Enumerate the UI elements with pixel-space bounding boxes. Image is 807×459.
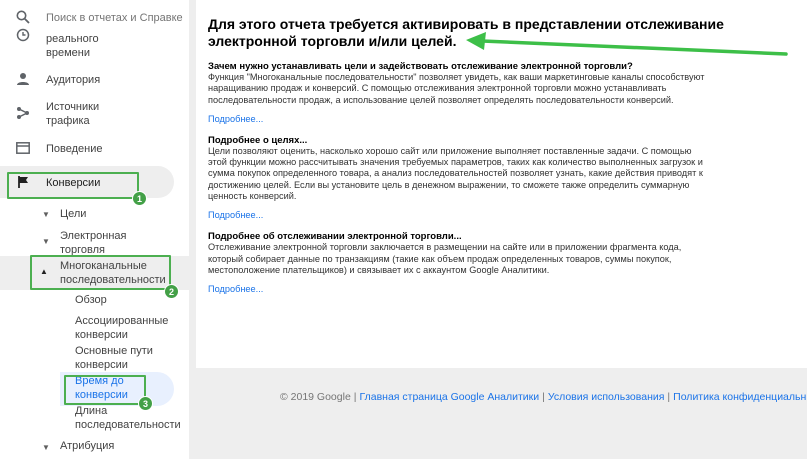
sidebar-item-path-length[interactable]: Длина последовательности: [75, 404, 181, 432]
section-heading: Подробнее об отслеживании электронной то…: [208, 231, 462, 243]
search-icon[interactable]: [16, 10, 30, 29]
sidebar-item-goals[interactable]: Цели: [60, 207, 86, 221]
person-icon: [16, 72, 30, 89]
learn-more-link[interactable]: Подробнее...: [208, 114, 795, 124]
highlight-box-1: [7, 172, 139, 199]
footer: © 2019 Google | Главная страница Google Ан…: [280, 391, 807, 403]
footer-link-terms[interactable]: Условия использования: [548, 391, 665, 403]
footer-copyright: © 2019 Google: [280, 391, 351, 403]
learn-more-link[interactable]: Подробнее...: [208, 210, 795, 220]
highlight-box-3: [64, 375, 146, 405]
section-heading: Зачем нужно устанавливать цели и задейст…: [208, 61, 633, 72]
search-input[interactable]: [46, 10, 186, 26]
footer-link-home[interactable]: Главная страница Google Аналитики: [360, 391, 540, 403]
section-text: Функция "Многоканальные последовательнос…: [208, 72, 705, 105]
section-heading: Подробнее о целях...: [208, 134, 308, 146]
sidebar-item-label: Поведение: [46, 143, 103, 155]
section-text: Цели позволяют оценить, насколько хорошо…: [208, 145, 703, 202]
step-badge-1: 1: [132, 191, 147, 206]
section-goals: Подробнее о целях... Цели позволяют оцен…: [208, 135, 795, 220]
sidebar-item-attribution[interactable]: Атрибуция: [60, 439, 114, 453]
sidebar-item-assisted[interactable]: Ассоциированные конверсии: [75, 314, 168, 342]
section-text: Отслеживание электронной торговли заключ…: [208, 242, 682, 275]
sidebar-item-overview[interactable]: Обзор: [75, 293, 107, 307]
section-ecommerce: Подробнее об отслеживании электронной то…: [208, 231, 795, 294]
sidebar-item-label: Аудитория: [46, 74, 101, 86]
learn-more-link[interactable]: Подробнее...: [208, 284, 795, 294]
sidebar-item-realtime[interactable]: реального времени: [0, 28, 189, 62]
step-badge-2: 2: [164, 284, 179, 299]
sidebar-item-label: реального времени: [46, 33, 99, 59]
expand-arrow-icon[interactable]: ▼: [42, 237, 50, 246]
sidebar-item-label: Источники трафика: [46, 101, 100, 127]
sidebar-item-top-paths[interactable]: Основные пути конверсии: [75, 344, 153, 372]
clock-icon: [16, 28, 30, 45]
sidebar-item-behavior[interactable]: Поведение: [0, 141, 189, 161]
footer-link-privacy[interactable]: Политика конфиденциальн: [673, 391, 806, 403]
sidebar-item-ecommerce[interactable]: Электронная торговля: [60, 229, 127, 257]
sidebar-item-audience[interactable]: Аудитория: [0, 72, 189, 92]
annotation-arrow-icon: [466, 32, 788, 56]
acquisition-icon: [16, 106, 30, 123]
highlight-box-2: [30, 255, 171, 290]
sidebar-item-acquisition[interactable]: Источники трафика: [0, 100, 189, 128]
expand-arrow-icon[interactable]: ▼: [42, 210, 50, 219]
section-why: Зачем нужно устанавливать цели и задейст…: [208, 61, 795, 124]
sidebar: реального времени Аудитория Источники тр…: [0, 0, 189, 459]
expand-arrow-icon[interactable]: ▼: [42, 443, 50, 452]
behavior-icon: [16, 142, 30, 157]
